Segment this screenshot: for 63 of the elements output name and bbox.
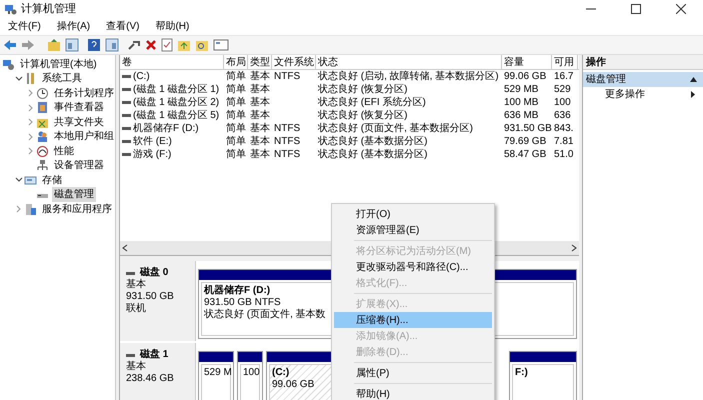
partition-info: 状态良好 (页面文件, 基本数 bbox=[204, 309, 326, 321]
partition-title: F:) bbox=[515, 367, 528, 379]
table-cell-text: 简单 bbox=[226, 70, 246, 84]
disk-label: 磁盘 1 bbox=[140, 349, 168, 360]
table-cell-text: NTFS bbox=[274, 148, 300, 162]
disk-info: 联机 bbox=[126, 303, 147, 315]
table-cell-text: 基本 bbox=[250, 108, 270, 122]
disk-label: 磁盘 0 bbox=[140, 267, 168, 278]
table-cell-text: 基本 bbox=[250, 134, 270, 148]
partition-title: 机器储存F (D:) bbox=[204, 285, 270, 297]
table-cell-text: 基本 bbox=[250, 122, 270, 136]
table-cell-text: 软件 (E:) bbox=[133, 135, 172, 148]
panel-header: 操作 bbox=[583, 55, 703, 70]
table-cell-text: 状态良好 (页面文件, 基本数据分区) bbox=[318, 122, 473, 136]
partition-title: (C:) bbox=[272, 367, 290, 379]
disk-info: 基本 bbox=[126, 279, 147, 291]
table-cell-text: 51.0 bbox=[554, 148, 574, 162]
table-cell-text: NTFS bbox=[274, 135, 300, 149]
table-cell-text: 931.50 GB bbox=[504, 122, 552, 136]
partition-info: 529 M bbox=[204, 367, 232, 379]
table-cell-text: 529 MB bbox=[504, 83, 538, 97]
table-cell-text: (磁盘 1 磁盘分区 1) bbox=[133, 83, 220, 97]
table-cell-text: 状态良好 (启动, 故障转储, 基本数据分区) bbox=[318, 70, 499, 84]
table-cell-text: 简单 bbox=[226, 82, 246, 96]
table-cell-text: 基本 bbox=[250, 148, 270, 162]
table-cell-text: (磁盘 1 磁盘分区 2) bbox=[133, 96, 220, 110]
table-cell-text: 状态良好 (EFI 系统分区) bbox=[318, 96, 426, 110]
table-cell-text: 79.69 GB bbox=[504, 135, 546, 149]
table-cell-text: 636 MB bbox=[504, 109, 538, 123]
table-cell-text: NTFS bbox=[274, 70, 300, 84]
table-cell-text: 843. bbox=[554, 122, 574, 136]
table-cell-text: (磁盘 1 磁盘分区 5) bbox=[133, 109, 220, 122]
partition-info: 931.50 GB NTFS bbox=[204, 297, 281, 308]
table-cell-text: 简单 bbox=[226, 134, 246, 148]
disk-info: 238.46 GB bbox=[126, 373, 175, 385]
window-title: 计算机管理 bbox=[21, 2, 76, 17]
table-cell-text: 游戏 (F:) bbox=[133, 148, 172, 162]
table-cell-text: (C:) bbox=[133, 70, 150, 84]
partition-info: 100 bbox=[243, 367, 260, 379]
table-cell-text: 简单 bbox=[226, 122, 246, 136]
table-cell-text: 基本 bbox=[250, 70, 270, 84]
table-cell-text: 636 bbox=[554, 109, 571, 123]
disk-info: 931.50 GB bbox=[126, 291, 175, 302]
table-cell-text: 机器储存F (D:) bbox=[133, 122, 199, 136]
table-cell-text: 基本 bbox=[250, 96, 270, 110]
disk-info: 基本 bbox=[126, 361, 147, 373]
table-cell-text: 状态良好 (基本数据分区) bbox=[318, 148, 428, 162]
table-cell-text: 100 bbox=[554, 96, 571, 110]
table-cell-text: 状态良好 (恢复分区) bbox=[318, 82, 408, 96]
table-cell-text: 简单 bbox=[226, 108, 246, 122]
partition-info: 99.06 GB bbox=[272, 379, 314, 391]
table-cell-text: 16.7 bbox=[554, 70, 574, 84]
table-cell-text: 状态良好 (基本数据分区) bbox=[318, 134, 428, 148]
table-cell-text: NTFS bbox=[274, 122, 300, 136]
table-cell-text: 529 bbox=[554, 83, 571, 97]
table-cell-text: 99.06 GB bbox=[504, 70, 546, 84]
table-cell-text: 100 MB bbox=[504, 96, 538, 110]
table-cell-text: 7.81 bbox=[554, 135, 574, 149]
table-cell-text: 58.47 GB bbox=[504, 148, 546, 162]
table-cell-text: 状态良好 (恢复分区) bbox=[318, 108, 408, 122]
table-cell-text: 基本 bbox=[250, 82, 270, 96]
table-cell-text: 简单 bbox=[226, 96, 246, 110]
table-cell-text: 简单 bbox=[226, 148, 246, 162]
